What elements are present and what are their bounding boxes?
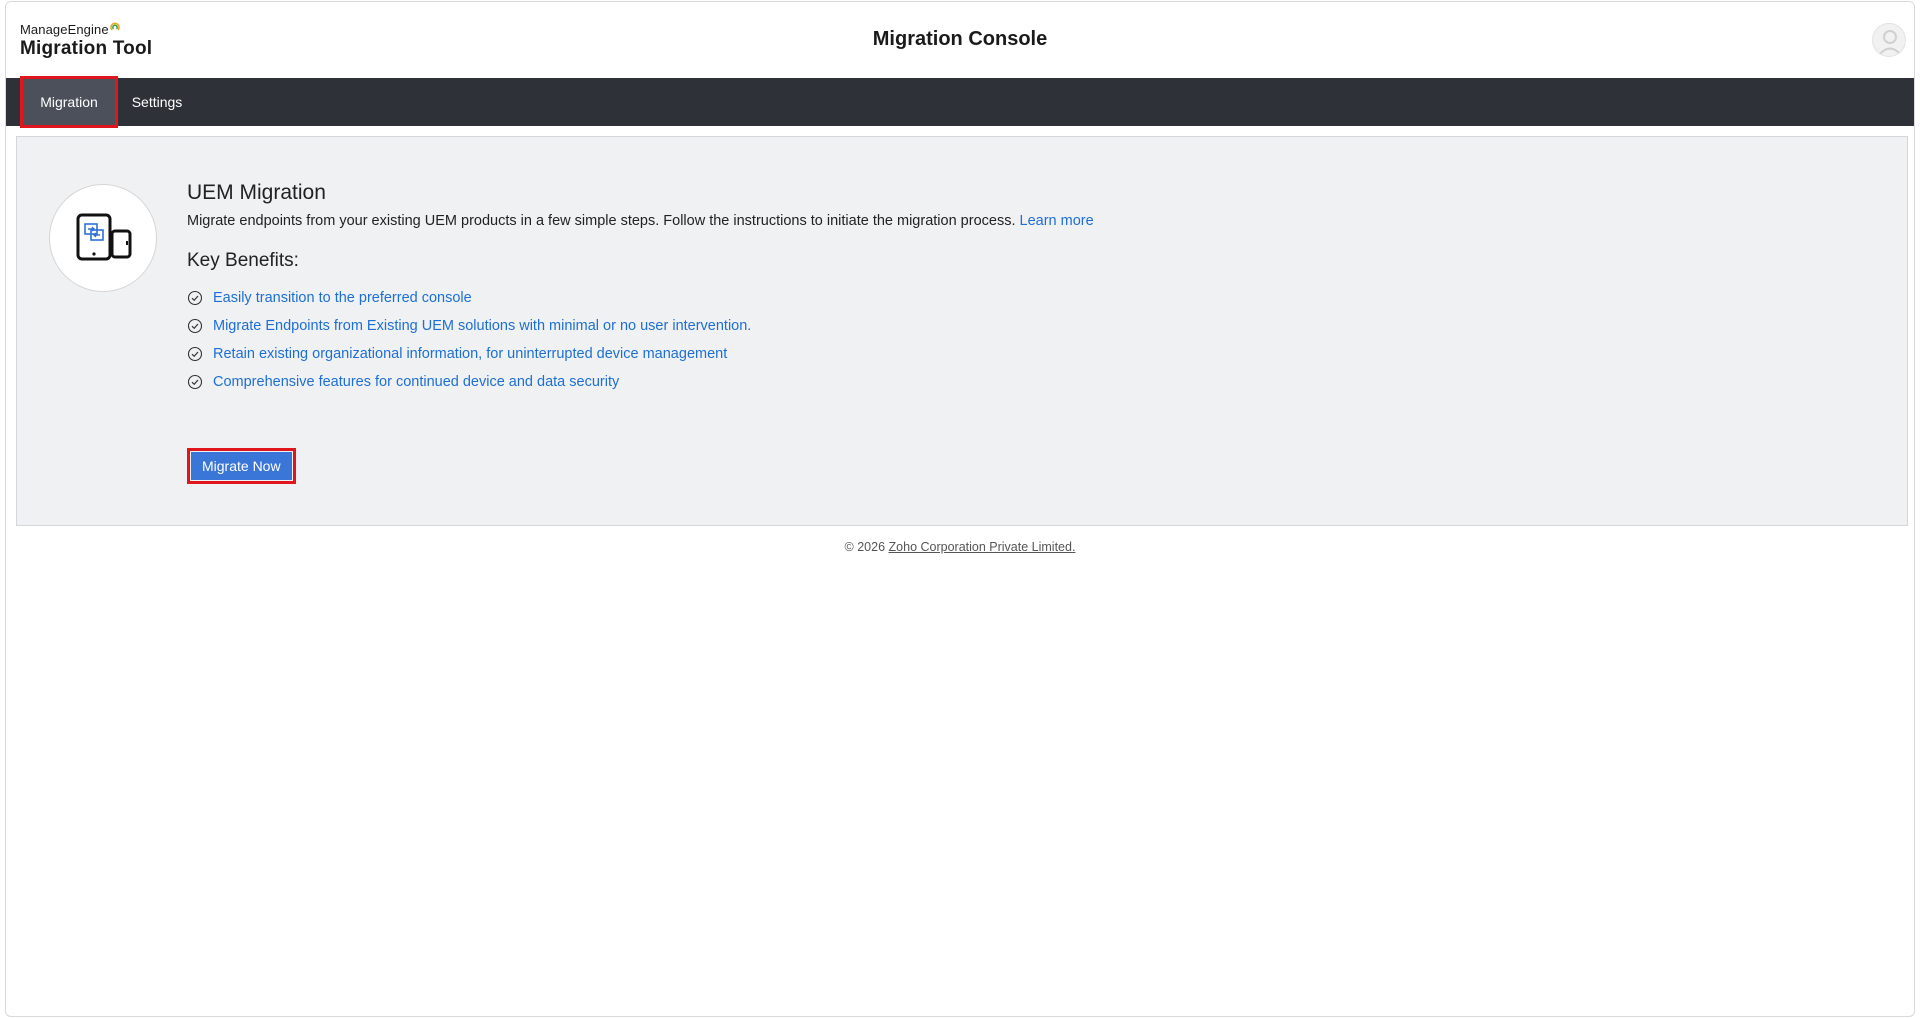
avatar[interactable] (1872, 23, 1906, 57)
app-window: ManageEngine Migration Tool Migration Co… (5, 1, 1915, 1017)
tab-settings[interactable]: Settings (126, 78, 188, 126)
main-nav: Migration Settings (6, 76, 1914, 128)
check-circle-icon (187, 290, 203, 306)
header: ManageEngine Migration Tool Migration Co… (6, 2, 1914, 78)
benefits-list: Easily transition to the preferred conso… (187, 284, 1094, 396)
section-description: Migrate endpoints from your existing UEM… (187, 213, 1094, 229)
section-title: UEM Migration (187, 181, 326, 204)
copyright-text: © 2026 (844, 540, 886, 554)
list-item: Comprehensive features for continued dev… (187, 368, 1094, 396)
company-link[interactable]: Zoho Corporation Private Limited. (889, 540, 1076, 554)
benefit-text: Migrate Endpoints from Existing UEM solu… (213, 318, 752, 334)
migration-panel: UEM Migration Migrate endpoints from you… (16, 136, 1908, 526)
user-icon (1878, 30, 1902, 56)
benefit-text: Easily transition to the preferred conso… (213, 290, 472, 306)
learn-more-link[interactable]: Learn more (1020, 213, 1094, 229)
panel-content: UEM Migration Migrate endpoints from you… (187, 181, 1094, 396)
page-title: Migration Console (872, 28, 1048, 50)
check-circle-icon (187, 318, 203, 334)
check-circle-icon (187, 346, 203, 362)
benefits-title: Key Benefits: (187, 250, 299, 271)
benefit-text: Comprehensive features for continued dev… (213, 374, 620, 390)
list-item: Migrate Endpoints from Existing UEM solu… (187, 312, 1094, 340)
benefit-text: Retain existing organizational informati… (213, 346, 728, 362)
check-circle-icon (187, 374, 203, 390)
description-text: Migrate endpoints from your existing UEM… (187, 213, 1016, 229)
device-migration-icon (49, 184, 157, 292)
list-item: Easily transition to the preferred conso… (187, 284, 1094, 312)
list-item: Retain existing organizational informati… (187, 340, 1094, 368)
migrate-button-highlight: Migrate Now (187, 448, 296, 484)
tablet-phone-icon (76, 213, 132, 261)
migrate-now-button[interactable]: Migrate Now (191, 452, 292, 480)
footer: © 2026 Zoho Corporation Private Limited. (6, 540, 1914, 554)
tab-migration[interactable]: Migration (20, 76, 118, 128)
